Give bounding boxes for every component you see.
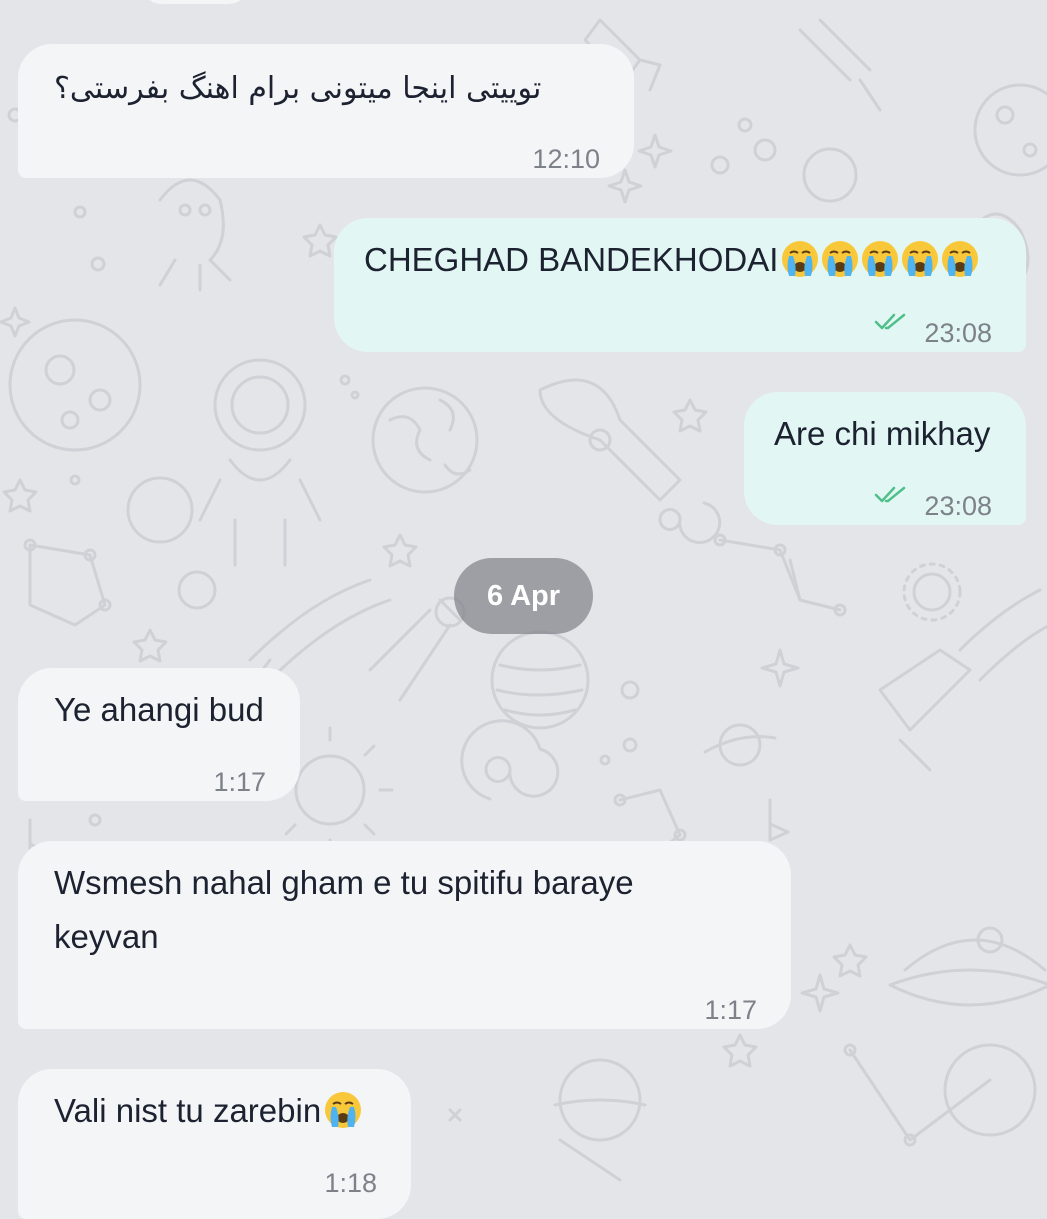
- message-time: 23:08: [924, 318, 992, 348]
- doodle-planet-icon: [8, 318, 142, 452]
- message-bubble-incoming[interactable]: توییتی اینجا میتونی برام اهنگ بفرستی؟ 12…: [18, 44, 634, 178]
- date-separator: 6 Apr: [454, 558, 593, 634]
- doodle-sun-icon: [177, 570, 217, 610]
- message-text: CHEGHAD BANDEKHODAI: [364, 233, 981, 287]
- doodle-moon-icon: [802, 147, 858, 203]
- doodle-satellite-icon: [368, 598, 462, 702]
- message-text-line-1: Wsmesh nahal gham e tu spitifu baraye: [54, 864, 634, 901]
- message-text: توییتی اینجا میتونی برام اهنگ بفرستی؟: [54, 71, 542, 106]
- message-bubble-incoming[interactable]: Wsmesh nahal gham e tu spitifu baraye ke…: [18, 841, 791, 1029]
- doodle-globe-icon: [371, 386, 479, 494]
- message-bubble-outgoing[interactable]: Are chi mikhay 23:08: [744, 392, 1026, 525]
- doodle-planet-icon: [973, 83, 1047, 177]
- crying-emoji-icon: [321, 1092, 364, 1129]
- message-text-content: CHEGHAD BANDEKHODAI: [364, 241, 779, 278]
- doodle-spiral-icon: [460, 719, 560, 801]
- message-text: Vali nist tu zarebin: [54, 1084, 364, 1138]
- message-bubble-incoming[interactable]: Ye ahangi bud 1:17: [18, 668, 300, 801]
- doodle-astronaut-icon: [213, 358, 307, 452]
- message-bubble-incoming[interactable]: Vali nist tu zarebin 1:18: [18, 1069, 411, 1219]
- message-time: 12:10: [532, 144, 600, 174]
- message-time: 23:08: [924, 491, 992, 521]
- message-text: Are chi mikhay: [774, 415, 991, 452]
- read-ticks-icon: [874, 486, 906, 503]
- message-text-content: Vali nist tu zarebin: [54, 1092, 322, 1129]
- message-text-line-2: keyvan: [54, 918, 159, 955]
- message-time: 1:17: [704, 995, 757, 1025]
- message-text: Ye ahangi bud: [54, 691, 264, 728]
- doodle-ufo-icon: [888, 938, 1047, 1007]
- doodle-star-icon: [637, 133, 673, 169]
- crying-emoji-icon: [778, 241, 981, 278]
- doodle-sun-icon: [294, 754, 366, 826]
- message-bubble-outgoing[interactable]: CHEGHAD BANDEKHODAI 23:08: [334, 218, 1026, 352]
- doodle-saturn-icon: [718, 723, 762, 767]
- doodle-alien-icon: [158, 178, 232, 292]
- message-time: 1:17: [213, 767, 266, 797]
- message-time: 1:18: [324, 1168, 377, 1198]
- read-ticks-icon: [874, 313, 906, 330]
